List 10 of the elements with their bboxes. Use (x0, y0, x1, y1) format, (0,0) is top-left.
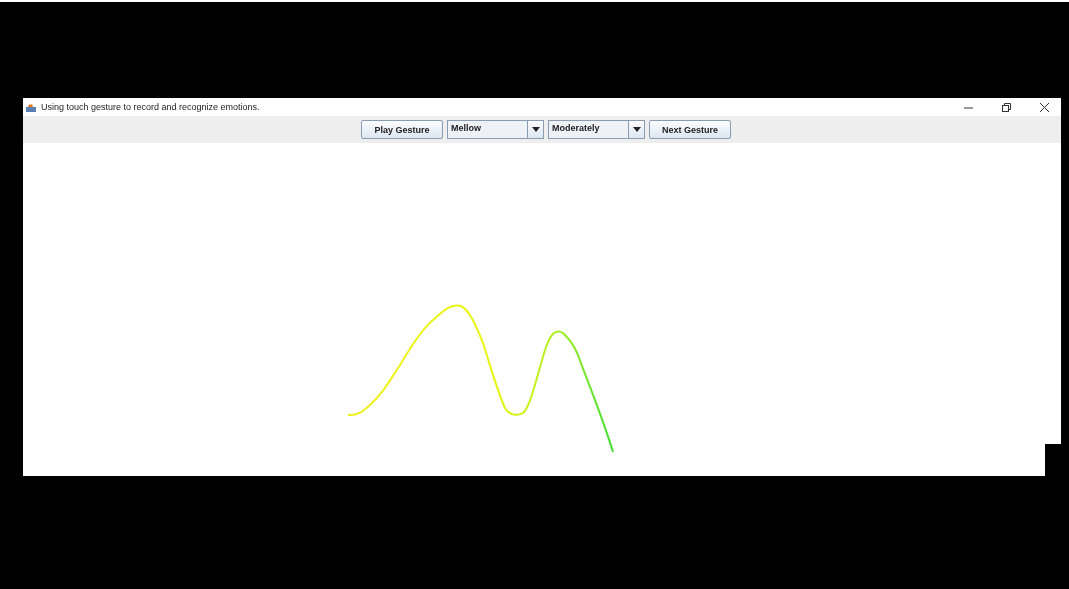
restore-icon (1001, 102, 1011, 112)
emotion-dropdown[interactable]: Mellow (447, 120, 544, 139)
next-gesture-button[interactable]: Next Gesture (649, 120, 731, 139)
dropdown-arrow-icon (531, 127, 540, 132)
window-title: Using touch gesture to record and recognize emotions. (41, 102, 261, 112)
play-gesture-button[interactable]: Play Gesture (361, 120, 443, 139)
close-icon (1039, 102, 1049, 112)
app-icon (25, 101, 37, 113)
intensity-dropdown[interactable]: Moderately (548, 120, 645, 139)
dropdown-arrow-icon (632, 127, 641, 132)
